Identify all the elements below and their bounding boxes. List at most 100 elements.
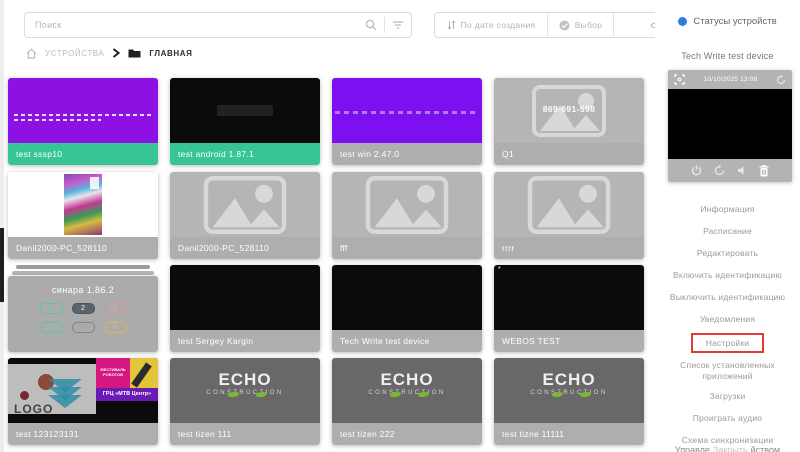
thumbnail-overlay-text: 869-691-598 <box>494 104 644 114</box>
device-label: WEBOS TEST <box>494 330 644 352</box>
group-stack-layer <box>16 265 150 269</box>
sort-by-date-button[interactable]: По дате создания <box>435 13 547 37</box>
refresh-icon[interactable] <box>776 75 786 85</box>
menu-item-installed-apps[interactable]: Список установленных приложений <box>655 356 800 385</box>
device-tile[interactable]: Danil2000-PC_528110 <box>8 172 158 259</box>
select-mode-button[interactable]: Выбор <box>547 13 613 37</box>
collage-circle <box>20 391 29 400</box>
select-label: Выбор <box>575 20 603 30</box>
device-thumbnail <box>332 78 482 143</box>
menu-item-information[interactable]: Информация <box>655 198 800 220</box>
device-tile[interactable]: test sssp10 <box>8 78 158 165</box>
image-placeholder-icon <box>200 176 290 234</box>
device-label: test sssp10 <box>8 143 158 165</box>
device-tile[interactable]: * WEBOS TEST <box>494 265 644 352</box>
device-actions-menu: Информация Расписание Редактировать Вклю… <box>655 198 800 451</box>
device-status-sidebar: i Статусы устройств Tech Write test devi… <box>655 0 800 452</box>
breadcrumb: УСТРОЙСТВА ГЛАВНАЯ <box>26 46 192 60</box>
device-tile[interactable]: test Sergey Kargin <box>170 265 320 352</box>
device-thumbnail: ECHO CONSTRUCTION <box>494 358 644 423</box>
echo-logo: ECHO CONSTRUCTION <box>170 370 320 396</box>
menu-item-edit[interactable]: Редактировать <box>655 242 800 264</box>
device-thumbnail: ECHO CONSTRUCTION <box>332 358 482 423</box>
device-tile[interactable]: test win 2.47.0 <box>332 78 482 165</box>
thumbnail-text-lines <box>335 111 479 114</box>
thumbnail-text-lines <box>14 119 101 121</box>
status-badge: 2 <box>72 303 95 314</box>
device-label: fff <box>332 237 482 259</box>
status-badges-row: 0 0 0 <box>8 322 158 333</box>
status-badge: 0 <box>40 303 63 314</box>
device-tile[interactable]: ECHO CONSTRUCTION test tizen 111 <box>170 358 320 445</box>
collage-banner: ГРЦ «МТВ Центр» <box>96 388 158 401</box>
echo-logo-text: ECHO <box>542 370 595 390</box>
collage-chevron-graphic <box>48 384 82 408</box>
menu-item-downloads[interactable]: Загрузки <box>655 385 800 407</box>
device-tile[interactable]: ECHO CONSTRUCTION test tizne 11111 <box>494 358 644 445</box>
device-label: Q1 <box>494 143 644 165</box>
echo-accent <box>256 391 268 398</box>
check-circle-icon <box>559 20 570 31</box>
device-label: test win 2.47.0 <box>332 143 482 165</box>
footer-text-right: йством <box>751 445 781 452</box>
device-label: Danil2000-PC_528110 <box>170 237 320 259</box>
device-tile[interactable]: rrrr <box>494 172 644 259</box>
device-tile[interactable]: 869-691-598 Q1 <box>494 78 644 165</box>
status-badge: 0 <box>40 322 63 333</box>
echo-logo-subtext: CONSTRUCTION <box>170 390 320 396</box>
device-tile[interactable]: ECHO CONSTRUCTION test tizen 222 <box>332 358 482 445</box>
device-thumbnail: 869-691-598 <box>494 78 644 143</box>
chevron-right-icon <box>112 48 120 58</box>
device-tile[interactable]: Tech Write test device <box>332 265 482 352</box>
left-scrollbar[interactable] <box>0 0 4 452</box>
device-group-tile[interactable]: синара 1.86.2 0 2 0 0 0 0 <box>8 265 158 352</box>
menu-item-play-audio[interactable]: Проиграть аудио <box>655 407 800 429</box>
device-tile[interactable]: fff <box>332 172 482 259</box>
echo-logo-subtext: CONSTRUCTION <box>332 390 482 396</box>
device-thumbnail <box>332 172 482 237</box>
menu-item-enable-identification[interactable]: Включить идентификацию <box>655 264 800 286</box>
filter-icon[interactable] <box>385 13 411 37</box>
device-label: test 123123131 <box>8 423 158 445</box>
search-icon[interactable] <box>358 13 384 37</box>
device-thumbnail <box>170 172 320 237</box>
restart-icon[interactable] <box>714 165 725 176</box>
group-card: синара 1.86.2 0 2 0 0 0 0 <box>8 276 158 352</box>
info-icon: i <box>678 17 687 26</box>
echo-accent <box>418 391 430 398</box>
menu-item-settings[interactable]: Настройки <box>655 330 800 356</box>
status-badge: 0 <box>104 303 127 314</box>
collage-festival-block: ФЕСТИВАЛЬ РОБОТОВ <box>96 358 130 388</box>
thumbnail-marker: * <box>498 266 501 273</box>
sort-icon <box>447 20 456 30</box>
device-label: test tizne 11111 <box>494 423 644 445</box>
device-tile[interactable]: test android 1.87.1 <box>170 78 320 165</box>
close-button[interactable]: Закрыть <box>713 445 748 452</box>
echo-accent <box>552 391 564 398</box>
sort-label: По дате создания <box>461 20 536 30</box>
settings-highlight-box[interactable]: Настройки <box>691 333 764 353</box>
device-thumbnail <box>332 265 482 330</box>
device-label: rrrr <box>494 237 644 259</box>
delete-icon[interactable] <box>759 165 769 177</box>
device-label: test tizen 111 <box>170 423 320 445</box>
device-label: test tizen 222 <box>332 423 482 445</box>
thumbnail-image <box>64 174 102 235</box>
device-label: Tech Write test device <box>332 330 482 352</box>
screenshot-frame-icon[interactable] <box>674 74 685 85</box>
device-tile[interactable]: Danil2000-PC_528110 <box>170 172 320 259</box>
search-box <box>24 12 412 38</box>
scrollbar-thumb[interactable] <box>0 228 4 302</box>
menu-item-notifications[interactable]: Уведомления <box>655 308 800 330</box>
breadcrumb-root[interactable]: УСТРОЙСТВА <box>45 49 104 58</box>
menu-item-disable-identification[interactable]: Выключить идентификацию <box>655 286 800 308</box>
device-tile[interactable]: LOGO ФЕСТИВАЛЬ РОБОТОВ ГРЦ «МТВ Центр» t… <box>8 358 158 445</box>
home-icon[interactable] <box>26 48 37 59</box>
image-placeholder-icon <box>362 176 452 234</box>
power-icon[interactable] <box>691 165 702 176</box>
volume-mute-icon[interactable] <box>737 165 747 176</box>
search-input[interactable] <box>25 20 358 30</box>
device-thumbnail: LOGO ФЕСТИВАЛЬ РОБОТОВ ГРЦ «МТВ Центр» <box>8 358 158 423</box>
menu-item-schedule[interactable]: Расписание <box>655 220 800 242</box>
echo-accent <box>580 391 592 398</box>
